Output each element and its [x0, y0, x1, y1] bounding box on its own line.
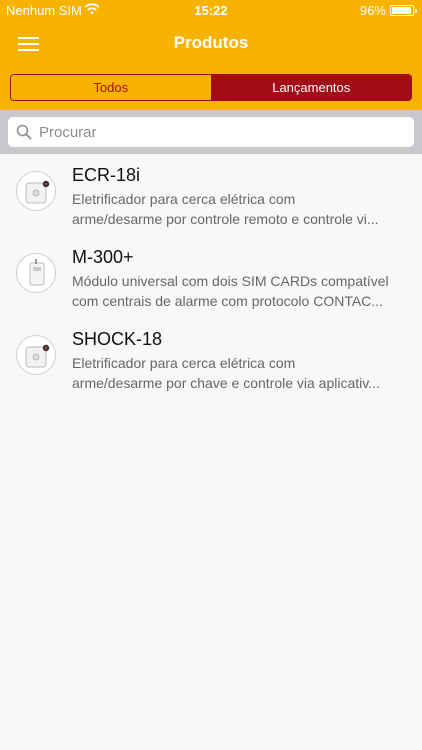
product-description: Módulo universal com dois SIM CARDs comp… — [72, 273, 389, 309]
battery-icon — [390, 5, 417, 16]
list-item[interactable]: M-300+ Módulo universal com dois SIM CAR… — [0, 236, 422, 318]
battery-percent: 96% — [359, 3, 386, 18]
module-device-thumbnail — [16, 253, 56, 293]
product-name: SHOCK-18 — [72, 329, 163, 349]
list-item[interactable]: ECR-18i Eletrificador para cerca elétric… — [0, 154, 422, 236]
segment-lancamentos[interactable]: Lançamentos — [211, 75, 411, 100]
list-item[interactable]: SHOCK-18 Eletrificador para cerca elétri… — [0, 318, 422, 400]
status-bar: Nenhum SIM 15:22 96% — [0, 0, 422, 22]
product-description: Eletrificador para cerca elétrica com ar… — [72, 355, 380, 391]
search-icon — [16, 124, 32, 140]
product-name: ECR-18i — [72, 165, 141, 185]
segmented-control: Todos Lançamentos — [10, 74, 412, 101]
page-title: Produtos — [173, 33, 249, 52]
clock: 15:22 — [194, 3, 228, 18]
search-placeholder: Procurar — [39, 123, 97, 141]
navigation-bar: Produtos — [0, 22, 422, 66]
search-bar: Procurar — [0, 110, 422, 154]
search-input[interactable]: Procurar — [8, 117, 414, 147]
product-name: M-300+ — [72, 247, 134, 267]
product-list: ECR-18i Eletrificador para cerca elétric… — [0, 154, 422, 400]
energizer-device-thumbnail — [16, 335, 56, 375]
energizer-device-thumbnail — [16, 171, 56, 211]
segment-todos[interactable]: Todos — [11, 75, 212, 100]
product-description: Eletrificador para cerca elétrica com ar… — [72, 191, 379, 227]
